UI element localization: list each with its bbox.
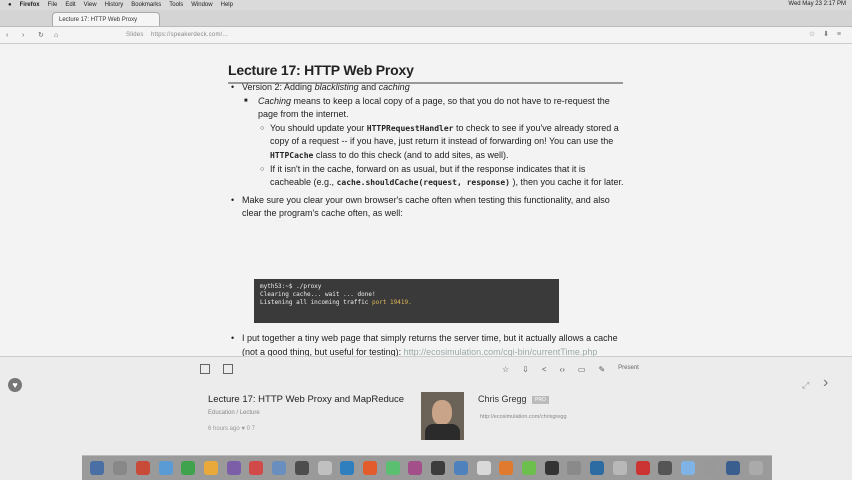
author-url[interactable]: http://ecosimulation.com/chrisgregg <box>480 414 567 420</box>
single-view-icon[interactable] <box>223 364 233 374</box>
dock-app-icon[interactable] <box>317 461 332 475</box>
url-prefix: Slides <box>126 32 144 38</box>
dock-app-icon[interactable] <box>113 461 128 475</box>
presentation-category[interactable]: Education / Lecture <box>208 410 404 416</box>
dock-app-icon[interactable] <box>726 461 741 475</box>
tab-lecture[interactable]: Lecture 17: HTTP Web Proxy <box>52 12 160 26</box>
star-icon[interactable]: ☆ <box>502 365 509 374</box>
home-icon[interactable]: ⌂ <box>54 32 64 39</box>
bullet-caching: Caching means to keep a local copy of a … <box>230 95 625 122</box>
presentation-title: Lecture 17: HTTP Web Proxy and MapReduce <box>208 394 405 405</box>
download-icon[interactable]: ⇩ <box>522 365 529 374</box>
clock: Wed May 23 2:17 PM <box>788 1 846 7</box>
fullscreen-icon[interactable]: ⤢ <box>802 380 809 391</box>
bookmark-icon[interactable]: ▭ <box>578 365 586 374</box>
bullet-not-in-cache: If it isn't in the cache, forward on as … <box>230 163 625 190</box>
share-icon[interactable]: < <box>542 365 547 374</box>
dock-app-icon[interactable] <box>158 461 173 475</box>
speaker-notes-icon[interactable]: ♥ <box>8 378 22 392</box>
dock-app-icon[interactable] <box>135 461 150 475</box>
slide-area: Lecture 17: HTTP Web Proxy Version 2: Ad… <box>0 44 852 392</box>
dock-app-icon[interactable] <box>544 461 559 475</box>
dock-app-icon[interactable] <box>681 461 696 475</box>
bullet-version: Version 2: Adding blacklisting and cachi… <box>230 81 625 95</box>
menu-app[interactable]: Firefox <box>20 2 40 8</box>
menu-tools[interactable]: Tools <box>169 2 183 8</box>
dock-app-icon[interactable] <box>612 461 627 475</box>
menu-file[interactable]: File <box>48 2 58 8</box>
dock-app-icon[interactable] <box>385 461 400 475</box>
url-text: https://speakerdeck.com/... <box>151 32 229 38</box>
dock-app-icon[interactable] <box>90 461 105 475</box>
dock-app-icon[interactable] <box>522 461 537 475</box>
address-bar: ‹ › ↻ ⌂ Slides https://speakerdeck.com/.… <box>0 27 852 44</box>
presentation-info: Lecture 17: HTTP Web Proxy and MapReduce… <box>208 394 404 432</box>
extensions-icons[interactable]: ☆ ⬇ ≡ <box>809 30 844 38</box>
deck-toolbar: ☆ ⇩ < ‹› ▭ ✎ Present <box>200 364 639 374</box>
menu-window[interactable]: Window <box>191 2 212 8</box>
bullet-clear-cache: Make sure you clear your own browser's c… <box>230 194 625 221</box>
dock-app-icon[interactable] <box>453 461 468 475</box>
menu-view[interactable]: View <box>84 2 97 8</box>
slide-content: Version 2: Adding blacklisting and cachi… <box>230 81 625 221</box>
divider <box>0 356 852 357</box>
dock-app-icon[interactable] <box>749 461 764 475</box>
tab-bar: Lecture 17: HTTP Web Proxy <box>0 10 852 27</box>
grid-view-icon[interactable] <box>200 364 210 374</box>
terminal-snippet: myth53:~$ ./proxy Clearing cache... wait… <box>254 279 559 323</box>
dock-app-icon[interactable] <box>567 461 582 475</box>
avatar[interactable] <box>421 392 464 440</box>
back-icon[interactable]: ‹ <box>6 32 16 39</box>
dock-app-icon[interactable] <box>476 461 491 475</box>
dock-app-icon[interactable] <box>203 461 218 475</box>
dock-app-icon[interactable] <box>249 461 264 475</box>
dock-app-icon[interactable] <box>431 461 446 475</box>
dock-app-icon[interactable] <box>226 461 241 475</box>
dock-app-icon[interactable] <box>362 461 377 475</box>
menu-help[interactable]: Help <box>221 2 233 8</box>
dock-app-icon[interactable] <box>499 461 514 475</box>
dock-app-icon[interactable] <box>181 461 196 475</box>
pro-badge: PRO <box>532 395 549 404</box>
bullet-update-handler: You should update your HTTPRequestHandle… <box>230 122 625 163</box>
menu-edit[interactable]: Edit <box>65 2 75 8</box>
tab-label: Lecture 17: HTTP Web Proxy <box>59 16 138 23</box>
dock-app-icon[interactable] <box>340 461 355 475</box>
dock-app-icon[interactable] <box>590 461 605 475</box>
dock-app-icon[interactable] <box>635 461 650 475</box>
presentation-stats: 6 hours ago ♥ 0 7 <box>208 426 255 432</box>
present-button[interactable]: Present <box>618 365 639 374</box>
menu-bar: ● Firefox File Edit View History Bookmar… <box>0 0 852 10</box>
menu-history[interactable]: History <box>105 2 124 8</box>
apple-icon[interactable]: ● <box>8 2 12 8</box>
dock-app-icon[interactable] <box>703 461 718 475</box>
dock-app-icon[interactable] <box>272 461 287 475</box>
slide-title: Lecture 17: HTTP Web Proxy <box>228 62 414 78</box>
url-field[interactable]: Slides https://speakerdeck.com/... <box>126 32 228 38</box>
reload-icon[interactable]: ↻ <box>38 31 48 39</box>
dock-app-icon[interactable] <box>658 461 673 475</box>
dock <box>82 455 772 480</box>
next-slide-icon[interactable]: › <box>823 374 828 392</box>
forward-icon[interactable]: › <box>22 32 32 39</box>
dock-app-icon[interactable] <box>408 461 423 475</box>
dock-app-icon[interactable] <box>294 461 309 475</box>
author-name[interactable]: Chris Gregg PRO <box>478 394 549 404</box>
embed-icon[interactable]: ‹› <box>560 365 565 374</box>
edit-icon[interactable]: ✎ <box>598 365 605 374</box>
menu-bookmarks[interactable]: Bookmarks <box>131 2 161 8</box>
